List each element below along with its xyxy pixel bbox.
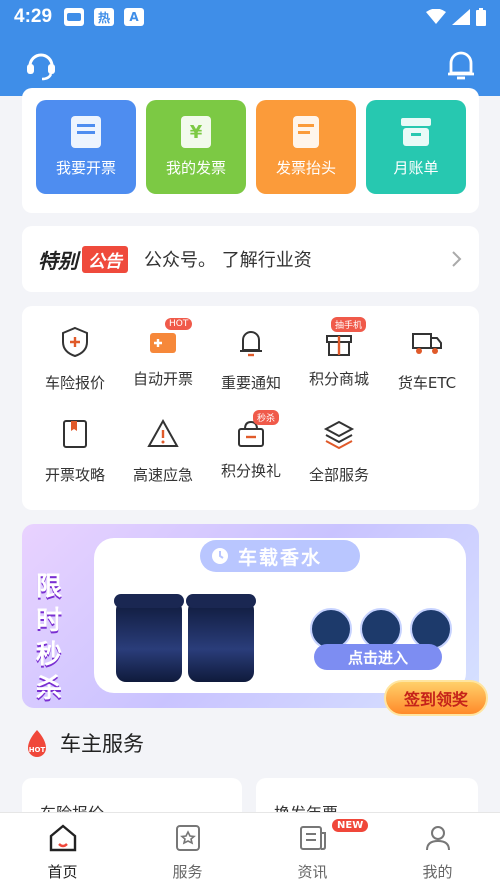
tab-label: 首页 [47,863,78,881]
document-edit-icon [293,116,319,148]
bell-icon[interactable] [446,49,476,81]
customer-service-icon[interactable] [24,48,58,82]
top-bar: 4:29 热 A [0,0,500,96]
bottom-tab-bar: 首页 服务 NEW 资讯 我的 [0,812,500,888]
service-star-icon [175,825,200,851]
flash-sale-vertical-text: 限 时 秒 杀 [36,570,96,706]
battery-icon [476,8,486,26]
monthly-bill-button[interactable]: 月账单 [366,100,466,194]
service-highway-emergency[interactable]: 高速应急 [118,418,208,485]
services-grid: 车险报价 HOT 自动开票 重要通知 抽手机 积分商城 货车ETC 开票攻略 高… [22,306,479,510]
quick-actions-card: 我要开票 ¥ 我的发票 发票抬头 月账单 [22,88,479,213]
announcement-title-a: 特别 [38,248,78,273]
tab-label: 我的 [422,863,453,881]
service-label: 积分换礼 [220,462,281,480]
a-notification-icon: A [124,8,145,26]
service-label: 重要通知 [220,374,281,392]
chevron-right-icon[interactable] [451,250,463,268]
clock-icon [212,548,228,564]
new-badge: NEW [332,819,369,832]
app-notification-icon [64,8,85,26]
service-label: 高速应急 [132,466,193,484]
tab-service[interactable]: 服务 [125,813,250,888]
flash-sale-badge: 秒杀 [253,410,280,425]
home-icon [49,824,76,852]
perfume-jar-image [114,594,184,682]
tab-label: 服务 [172,863,203,881]
service-important-notice[interactable]: 重要通知 [206,326,296,393]
enter-button[interactable]: 点击进入 [314,644,442,670]
service-points-gift[interactable]: 秒杀 积分换礼 [206,410,296,481]
layers-icon [323,420,355,450]
tab-profile[interactable]: 我的 [375,813,500,888]
tab-label: 资讯 [297,863,328,881]
owner-services-heading: HOT 车主服务 [24,728,144,758]
banner-char: 秒 [36,640,63,670]
sign-in-reward-button[interactable]: 签到领奖 [384,680,488,716]
issue-invoice-button[interactable]: 我要开票 [36,100,136,194]
banner-char: 限 [36,572,63,602]
tab-home[interactable]: 首页 [0,813,125,888]
invoice-header-label: 发票抬头 [275,159,336,177]
service-label: 货车ETC [397,374,457,392]
service-points-mall[interactable]: 抽手机 积分商城 [294,317,384,389]
service-label: 开票攻略 [44,466,105,484]
banner-title-text: 车载香水 [238,546,323,569]
book-icon [63,420,87,448]
service-all[interactable]: 全部服务 [294,418,384,485]
yen-invoice-icon: ¥ [181,116,211,148]
archive-box-icon [401,118,431,146]
svg-text:HOT: HOT [29,746,46,754]
announcement-title-b: 公告 [82,245,128,273]
shield-plus-icon [62,326,88,358]
invoice-header-button[interactable]: 发票抬头 [256,100,356,194]
news-icon [299,826,326,850]
section-title: 车主服务 [60,732,144,756]
tab-news[interactable]: NEW 资讯 [250,813,375,888]
truck-icon [412,333,442,354]
hot-badge: HOT [165,318,193,330]
announcement-bar[interactable]: 特别 公告 公众号。 了解行业资 [22,226,479,292]
service-label: 全部服务 [308,466,369,484]
bell-icon [240,331,262,357]
receipt-icon [71,116,101,148]
promo-badge: 抽手机 [331,317,367,332]
service-label: 车险报价 [44,374,105,392]
banner-title: 车载香水 [200,540,360,572]
perfume-jar-image [186,594,256,682]
status-time: 4:29 [14,6,53,27]
issue-invoice-label: 我要开票 [55,159,116,177]
status-bar: 4:29 热 A [0,0,500,34]
banner-char: 时 [36,606,63,636]
ticket-icon [150,333,176,353]
service-invoice-guide[interactable]: 开票攻略 [30,418,120,485]
service-truck-etc[interactable]: 货车ETC [382,326,472,393]
my-invoices-button[interactable]: ¥ 我的发票 [146,100,246,194]
signal-icon [452,9,470,25]
service-auto-invoice[interactable]: HOT 自动开票 [118,318,208,389]
svg-text:¥: ¥ [190,122,203,143]
service-label: 积分商城 [308,370,369,388]
banner-char: 杀 [36,674,63,704]
announcement-text: 公众号。 了解行业资 [144,250,312,271]
monthly-bill-label: 月账单 [393,159,439,177]
user-icon [425,826,450,851]
wifi-icon [426,9,446,24]
service-label: 自动开票 [132,370,193,388]
hot-notification-icon: 热 [94,8,115,26]
warning-icon [147,418,179,447]
service-car-insurance[interactable]: 车险报价 [30,326,120,393]
my-invoices-label: 我的发票 [165,159,226,177]
hot-flame-icon: HOT [28,730,46,757]
